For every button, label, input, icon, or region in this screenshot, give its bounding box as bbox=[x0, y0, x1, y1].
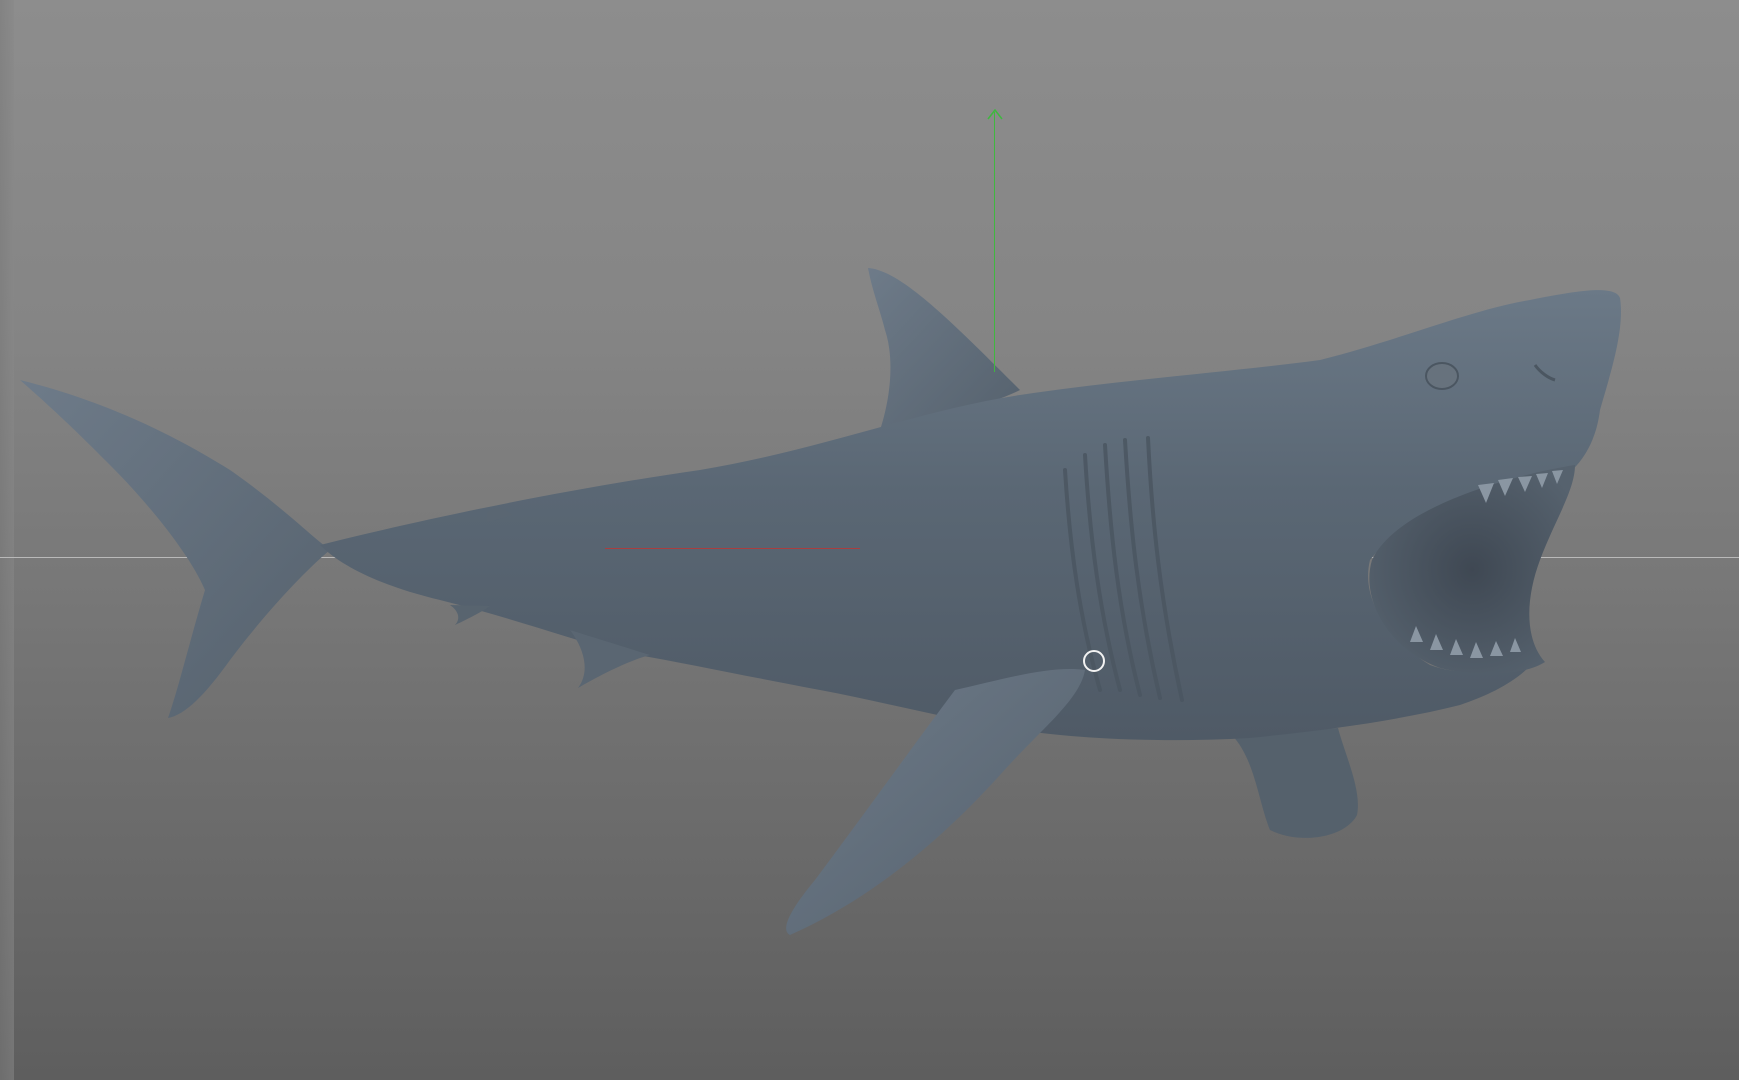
caudal-keel bbox=[450, 605, 490, 625]
lower-fin bbox=[1232, 728, 1358, 838]
shark-eye bbox=[1425, 362, 1459, 390]
y-axis-arrow-icon bbox=[987, 108, 1003, 120]
3d-viewport[interactable] bbox=[0, 0, 1739, 1080]
x-axis-line bbox=[605, 548, 860, 549]
y-axis-line bbox=[994, 112, 995, 372]
tail-fin bbox=[20, 380, 330, 718]
cursor-circle-icon bbox=[1083, 650, 1105, 672]
shark-model[interactable] bbox=[0, 0, 1739, 1080]
